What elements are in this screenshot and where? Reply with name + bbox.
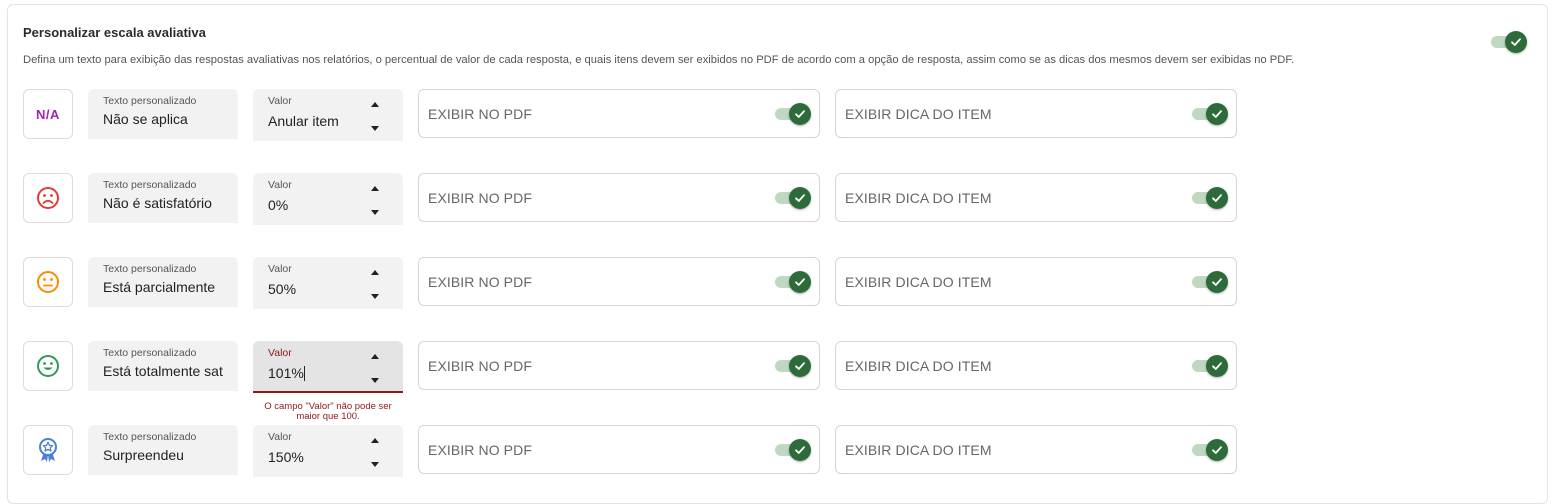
show-hint-label: EXIBIR DICA DO ITEM	[845, 274, 992, 290]
value-field[interactable]: Valor Anular item	[253, 89, 403, 141]
na-icon: N/A	[36, 106, 60, 122]
show-hint-switch[interactable]: EXIBIR DICA DO ITEM	[835, 341, 1237, 390]
show-in-pdf-switch[interactable]: EXIBIR NO PDF	[418, 173, 820, 222]
scale-icon-box	[23, 257, 73, 307]
custom-text-field[interactable]: Texto personalizado Não se aplica	[88, 89, 238, 139]
value-field[interactable]: Valor 50%	[253, 257, 403, 309]
show-hint-switch[interactable]: EXIBIR DICA DO ITEM	[835, 173, 1237, 222]
show-hint-label: EXIBIR DICA DO ITEM	[845, 106, 992, 122]
scale-row: Texto personalizado Surpreendeu Valor 15…	[23, 425, 1243, 477]
show-in-pdf-switch[interactable]: EXIBIR NO PDF	[418, 257, 820, 306]
show-in-pdf-label: EXIBIR NO PDF	[428, 358, 532, 374]
custom-text-label: Texto personalizado	[103, 263, 197, 275]
enable-custom-scale-toggle[interactable]	[1491, 31, 1527, 53]
scale-row: Texto personalizado Está totalmente sati…	[23, 341, 1243, 422]
sad-face-icon	[37, 187, 59, 209]
check-icon	[1212, 110, 1222, 118]
value-error-message: O campo "Valor" não pode ser maior que 1…	[264, 401, 392, 422]
value-field[interactable]: Valor 101%	[253, 341, 403, 393]
increment-arrow-icon[interactable]	[370, 268, 380, 276]
scale-icon-box	[23, 425, 73, 475]
value-field[interactable]: Valor 0%	[253, 173, 403, 225]
show-in-pdf-label: EXIBIR NO PDF	[428, 274, 532, 290]
show-in-pdf-label: EXIBIR NO PDF	[428, 442, 532, 458]
show-hint-toggle[interactable]	[1192, 271, 1228, 293]
show-hint-label: EXIBIR DICA DO ITEM	[845, 190, 992, 206]
custom-text-input[interactable]: Não é satisfatório	[103, 195, 223, 211]
scale-row: Texto personalizado Está parcialmente Va…	[23, 257, 1243, 309]
increment-arrow-icon[interactable]	[370, 100, 380, 108]
show-in-pdf-toggle[interactable]	[775, 439, 811, 461]
check-icon	[795, 110, 805, 118]
show-hint-label: EXIBIR DICA DO ITEM	[845, 358, 992, 374]
show-in-pdf-switch[interactable]: EXIBIR NO PDF	[418, 89, 820, 138]
increment-arrow-icon[interactable]	[370, 436, 380, 444]
custom-text-input[interactable]: Está parcialmente	[103, 279, 223, 295]
custom-text-label: Texto personalizado	[103, 431, 197, 443]
custom-text-label: Texto personalizado	[103, 179, 197, 191]
value-input-text: 101%	[268, 365, 304, 381]
show-in-pdf-switch[interactable]: EXIBIR NO PDF	[418, 425, 820, 474]
check-icon	[795, 362, 805, 370]
check-icon	[1511, 38, 1521, 46]
decrement-arrow-icon[interactable]	[370, 124, 380, 132]
show-in-pdf-toggle[interactable]	[775, 187, 811, 209]
decrement-arrow-icon[interactable]	[370, 208, 380, 216]
show-in-pdf-switch[interactable]: EXIBIR NO PDF	[418, 341, 820, 390]
scale-icon-box: N/A	[23, 89, 73, 139]
show-hint-toggle[interactable]	[1192, 187, 1228, 209]
show-hint-switch[interactable]: EXIBIR DICA DO ITEM	[835, 89, 1237, 138]
decrement-arrow-icon[interactable]	[370, 460, 380, 468]
custom-text-input[interactable]: Não se aplica	[103, 111, 223, 127]
show-hint-switch[interactable]: EXIBIR DICA DO ITEM	[835, 257, 1237, 306]
text-caret	[303, 366, 305, 381]
custom-text-input[interactable]: Surpreendeu	[103, 447, 223, 463]
show-in-pdf-label: EXIBIR NO PDF	[428, 190, 532, 206]
scale-row: N/A Texto personalizado Não se aplica Va…	[23, 89, 1243, 141]
custom-text-label: Texto personalizado	[103, 347, 197, 359]
custom-text-input[interactable]: Está totalmente satisfatório	[103, 363, 223, 379]
check-icon	[1212, 362, 1222, 370]
show-in-pdf-toggle[interactable]	[775, 271, 811, 293]
value-label: Valor	[268, 179, 292, 191]
custom-text-label: Texto personalizado	[103, 95, 197, 107]
neutral-face-icon	[37, 271, 59, 293]
show-hint-switch[interactable]: EXIBIR DICA DO ITEM	[835, 425, 1237, 474]
check-icon	[795, 278, 805, 286]
value-label: Valor	[268, 95, 292, 107]
star-badge-icon	[39, 438, 57, 462]
happy-face-icon	[37, 355, 59, 377]
check-icon	[1212, 278, 1222, 286]
custom-text-field[interactable]: Texto personalizado Está parcialmente	[88, 257, 238, 307]
custom-text-field[interactable]: Texto personalizado Está totalmente sati…	[88, 341, 238, 391]
show-hint-label: EXIBIR DICA DO ITEM	[845, 442, 992, 458]
value-label: Valor	[268, 347, 292, 359]
increment-arrow-icon[interactable]	[370, 352, 380, 360]
scale-icon-box	[23, 173, 73, 223]
value-label: Valor	[268, 431, 292, 443]
value-label: Valor	[268, 263, 292, 275]
show-in-pdf-toggle[interactable]	[775, 355, 811, 377]
decrement-arrow-icon[interactable]	[370, 292, 380, 300]
scale-icon-box	[23, 341, 73, 391]
decrement-arrow-icon[interactable]	[370, 376, 380, 384]
section-title: Personalizar escala avaliativa	[23, 25, 206, 40]
check-icon	[1212, 446, 1222, 454]
check-icon	[795, 446, 805, 454]
value-field[interactable]: Valor 150%	[253, 425, 403, 477]
show-hint-toggle[interactable]	[1192, 103, 1228, 125]
section-description: Defina um texto para exibição das respos…	[23, 54, 1295, 66]
show-hint-toggle[interactable]	[1192, 355, 1228, 377]
custom-text-field[interactable]: Texto personalizado Não é satisfatório	[88, 173, 238, 223]
custom-text-field[interactable]: Texto personalizado Surpreendeu	[88, 425, 238, 475]
increment-arrow-icon[interactable]	[370, 184, 380, 192]
show-in-pdf-toggle[interactable]	[775, 103, 811, 125]
show-in-pdf-label: EXIBIR NO PDF	[428, 106, 532, 122]
check-icon	[795, 194, 805, 202]
show-hint-toggle[interactable]	[1192, 439, 1228, 461]
scale-row: Texto personalizado Não é satisfatório V…	[23, 173, 1243, 225]
check-icon	[1212, 194, 1222, 202]
